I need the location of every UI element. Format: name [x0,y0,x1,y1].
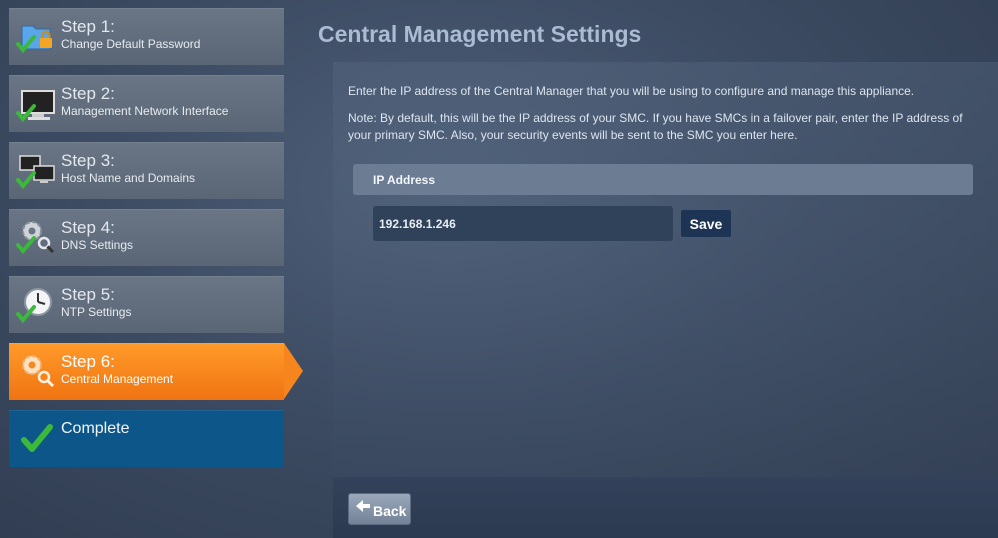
step-label: Host Name and Domains [61,171,196,185]
step-3[interactable]: Step 3: Host Name and Domains [9,142,284,199]
step-6[interactable]: Step 6: Central Management [9,343,303,400]
checkmark-icon [21,424,53,452]
save-button[interactable]: Save [681,210,731,237]
back-button-label: Back [373,503,407,519]
step-number: Step 2: [61,84,115,103]
ip-address-header: IP Address [353,164,973,195]
step-1[interactable]: Step 1: Change Default Password [9,8,284,65]
step-label: Central Management [61,372,174,386]
step-4[interactable]: Step 4: DNS Settings [9,209,284,266]
step-number: Step 5: [61,285,115,304]
step-number: Step 3: [61,151,115,170]
ip-address-header-label: IP Address [373,173,436,187]
step-5[interactable]: Step 5: NTP Settings [9,276,284,333]
folder-lock-icon [16,25,52,54]
page-title: Central Management Settings [318,21,642,47]
monitor-icon [16,90,55,123]
step-complete[interactable]: Complete [9,410,284,467]
step-number: Step 4: [61,218,115,237]
step-number: Step 6: [61,352,115,371]
note-text: Note: By default, this will be the IP ad… [348,111,963,142]
clock-icon [16,288,52,324]
active-step-arrow [284,343,303,399]
intro-text: Enter the IP address of the Central Mana… [348,84,915,98]
ip-address-input[interactable] [373,206,673,241]
back-button[interactable]: Back [348,493,411,525]
gear-magnifier-icon [22,355,55,388]
step-number: Complete [61,420,130,437]
step-label: NTP Settings [61,305,132,319]
step-2[interactable]: Step 2: Management Network Interface [9,75,284,132]
back-arrow-icon [356,500,370,512]
network-computers-icon [16,155,55,190]
gear-magnifier-icon [16,221,55,255]
step-number: Step 1: [61,17,115,36]
step-label: Management Network Interface [61,104,229,118]
footer-bar [333,477,998,538]
step-label: DNS Settings [61,238,134,252]
step-label: Change Default Password [61,37,201,51]
